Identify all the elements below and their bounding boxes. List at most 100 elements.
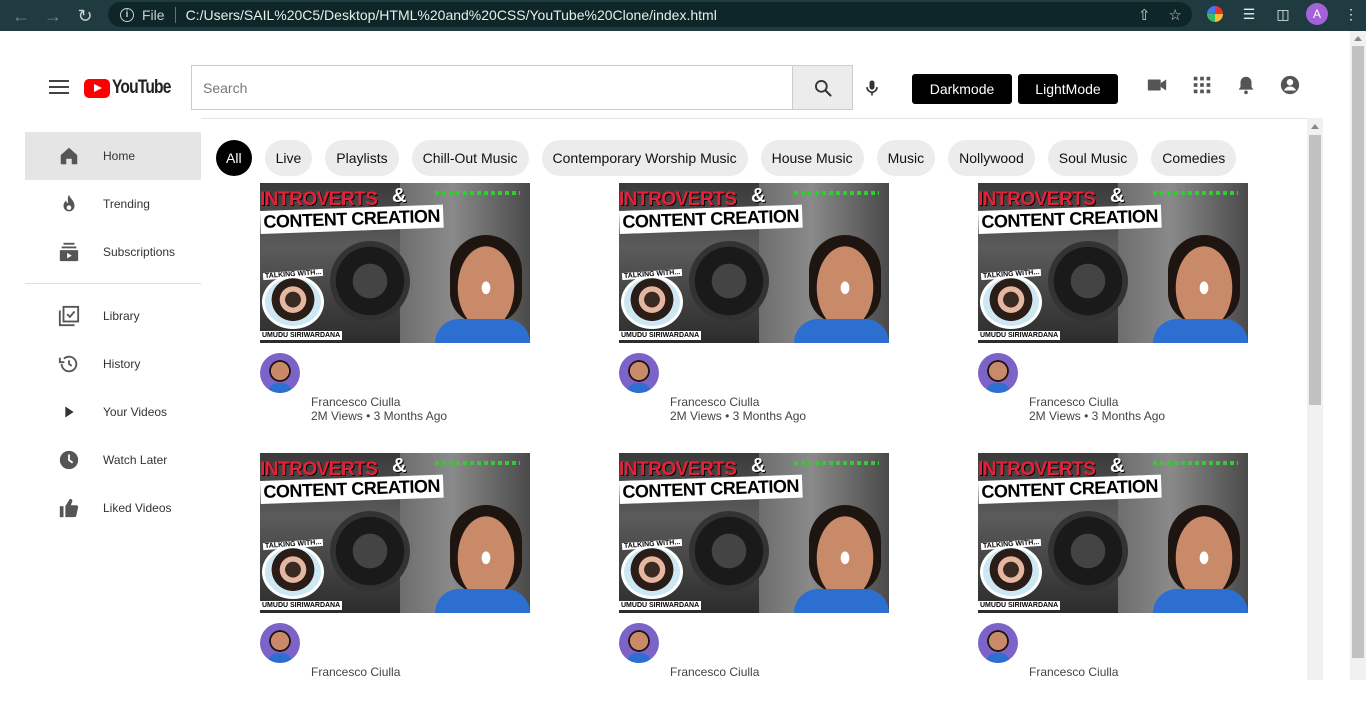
channel-name[interactable]: Francesco Ciulla [1029,395,1118,409]
subscriptions-icon [57,240,81,264]
video-meta: Francesco Ciulla 2M Views • 3 Months Ago [260,343,530,433]
content-scrollbar-thumb[interactable] [1309,135,1321,405]
video-meta: Francesco Ciulla 2M Views • 3 Months Ago [619,343,889,433]
channel-avatar[interactable] [260,623,300,663]
thumbnail-guest-name: UMUDU SIRIWARDANA [619,331,702,340]
reload-icon[interactable]: ↻ [76,7,94,25]
address-bar[interactable]: i File C:/Users/SAIL%20C5/Desktop/HTML%2… [108,2,1192,27]
video-thumbnail[interactable]: INTROVERTS & CONTENT CREATION TALKING WI… [260,453,530,613]
channel-name[interactable]: Francesco Ciulla [670,395,759,409]
sidebar-item-trending[interactable]: Trending [25,180,201,228]
puzzle-icon[interactable]: ☰ [1238,3,1260,25]
host-face [1168,235,1240,323]
guest-photo [262,275,324,329]
video-thumbnail[interactable]: INTROVERTS & CONTENT CREATION TALKING WI… [978,453,1248,613]
chip-nollywood[interactable]: Nollywood [948,140,1035,176]
video-thumbnail[interactable]: INTROVERTS & CONTENT CREATION TALKING WI… [978,183,1248,343]
youtube-logo[interactable]: YouTube [84,77,183,99]
sidebar-item-history[interactable]: History [25,340,201,388]
sidebar-item-your-videos[interactable]: Your Videos [25,388,201,436]
video-thumbnail[interactable]: INTROVERTS & CONTENT CREATION TALKING WI… [260,183,530,343]
forward-icon[interactable]: → [44,7,62,25]
video-stats: 2M Views • 3 Months Ago [670,409,807,423]
chip-contemporary-worship-music[interactable]: Contemporary Worship Music [541,140,748,176]
video-thumbnail[interactable]: INTROVERTS & CONTENT CREATION TALKING WI… [619,453,889,613]
host-face [450,235,522,323]
play-icon [57,400,81,424]
account-icon[interactable] [1279,74,1301,96]
channel-avatar[interactable] [978,353,1018,393]
page-scroll-up-arrow-icon[interactable] [1354,36,1362,41]
sidebar-item-watch-later[interactable]: Watch Later [25,436,201,484]
sidepanel-icon[interactable]: ◫ [1272,3,1294,25]
lightmode-button[interactable]: LightMode [1018,74,1118,104]
video-camera-icon[interactable] [1146,74,1168,96]
thumbnail-guest-name: UMUDU SIRIWARDANA [260,601,343,610]
chip-all[interactable]: All [216,140,252,176]
channel-avatar[interactable] [619,623,659,663]
search-button[interactable] [792,65,853,110]
chip-chill-out-music[interactable]: Chill-Out Music [411,140,529,176]
video-card[interactable]: INTROVERTS & CONTENT CREATION TALKING WI… [978,453,1248,703]
page-scrollbar[interactable] [1350,31,1366,680]
back-icon[interactable]: ← [12,7,30,25]
chip-music[interactable]: Music [876,140,936,176]
guest-photo [980,545,1042,599]
category-chips: All Live Playlists Chill-Out Music Conte… [216,140,1249,176]
guest-photo [980,275,1042,329]
video-card[interactable]: INTROVERTS & CONTENT CREATION TALKING WI… [260,183,530,433]
darkmode-button[interactable]: Darkmode [912,74,1012,104]
file-label: File [142,6,165,23]
chip-house-music[interactable]: House Music [760,140,864,176]
channel-avatar[interactable] [619,353,659,393]
sidebar: Home Trending Subscriptions Library Hist… [25,132,201,532]
star-icon[interactable]: ☆ [1169,6,1182,24]
sidebar-item-label: History [103,357,141,371]
bell-icon[interactable] [1235,74,1257,96]
sidebar-item-home[interactable]: Home [25,132,201,180]
info-icon[interactable]: i [120,7,134,22]
channel-avatar[interactable] [260,353,300,393]
video-card[interactable]: INTROVERTS & CONTENT CREATION TALKING WI… [619,453,889,703]
video-card[interactable]: INTROVERTS & CONTENT CREATION TALKING WI… [260,453,530,703]
host-face [1168,505,1240,593]
channel-name[interactable]: Francesco Ciulla [670,665,759,679]
channel-name[interactable]: Francesco Ciulla [311,395,400,409]
channel-name[interactable]: Francesco Ciulla [311,665,400,679]
thumbnail-guest-name: UMUDU SIRIWARDANA [978,331,1061,340]
sidebar-item-liked-videos[interactable]: Liked Videos [25,484,201,532]
color-extension-icon[interactable] [1204,3,1226,25]
channel-name[interactable]: Francesco Ciulla [1029,665,1118,679]
host-face [450,505,522,593]
share-icon[interactable]: ⇧ [1138,6,1151,24]
url-text[interactable]: C:/Users/SAIL%20C5/Desktop/HTML%20and%20… [186,7,717,23]
profile-avatar[interactable]: A [1306,3,1328,25]
thumbnail-ampersand: & [751,185,766,207]
search-input[interactable] [192,66,793,109]
chip-soul-music[interactable]: Soul Music [1047,140,1139,176]
chips-top-border [201,118,1323,119]
sidebar-item-label: Trending [103,197,150,211]
youtube-play-icon [84,78,110,98]
sidebar-item-subscriptions[interactable]: Subscriptions [25,228,201,276]
sidebar-item-label: Library [103,309,140,323]
thumbnail-ampersand: & [1110,185,1125,207]
video-card[interactable]: INTROVERTS & CONTENT CREATION TALKING WI… [619,183,889,433]
scroll-up-arrow-icon[interactable] [1311,124,1319,129]
chip-live[interactable]: Live [264,140,313,176]
thumbnail-guest-name: UMUDU SIRIWARDANA [978,601,1061,610]
sidebar-item-library[interactable]: Library [25,292,201,340]
menu-icon[interactable] [49,80,69,94]
chip-comedies[interactable]: Comedies [1151,140,1237,176]
fire-icon [57,192,81,216]
video-card[interactable]: INTROVERTS & CONTENT CREATION TALKING WI… [978,183,1248,433]
channel-avatar[interactable] [978,623,1018,663]
thumbnail-ampersand: & [751,455,766,477]
menu-kebab-icon[interactable]: ⋮ [1340,3,1362,25]
page-scrollbar-thumb[interactable] [1352,46,1364,658]
chip-playlists[interactable]: Playlists [325,140,399,176]
video-thumbnail[interactable]: INTROVERTS & CONTENT CREATION TALKING WI… [619,183,889,343]
microphone-icon[interactable] [862,76,882,100]
apps-grid-icon[interactable] [1191,74,1213,96]
guest-photo [621,545,683,599]
